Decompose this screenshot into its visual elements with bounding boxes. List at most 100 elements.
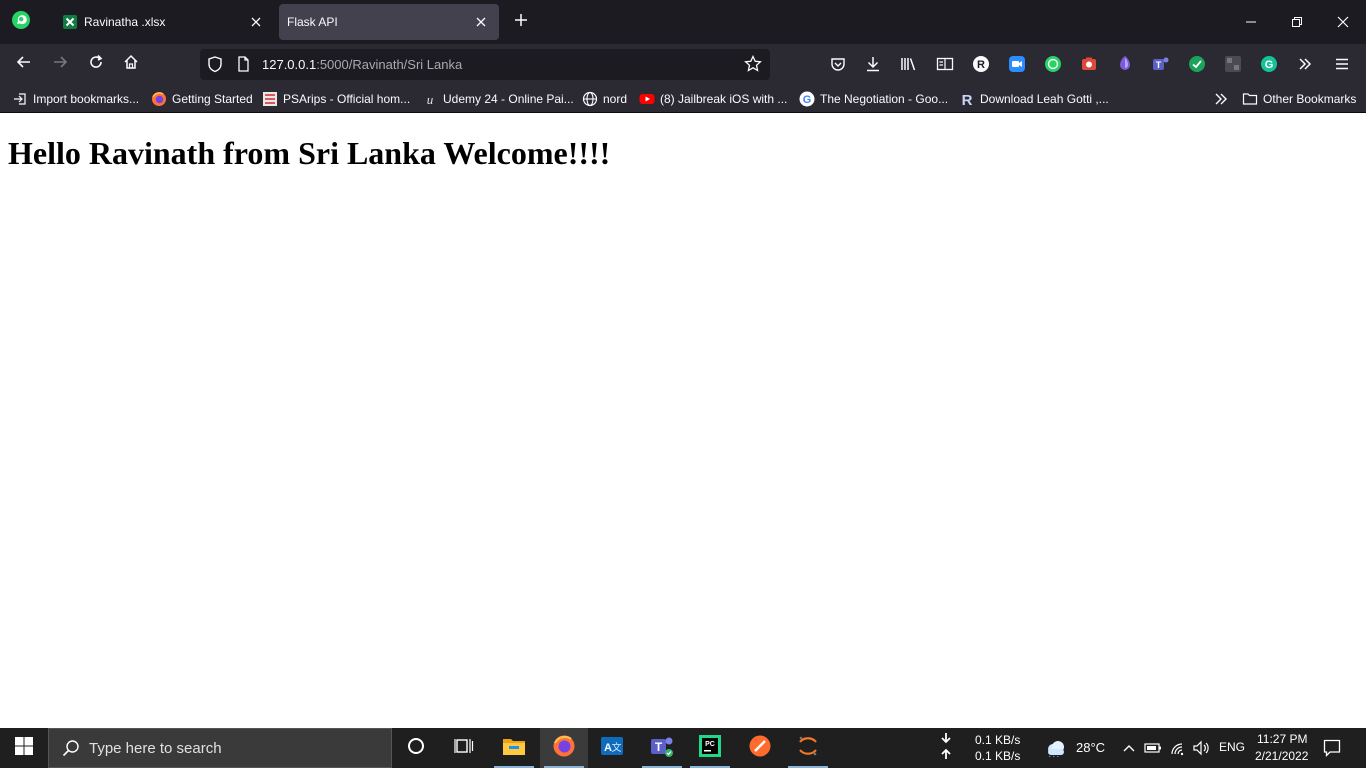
r-extension-icon[interactable]: R bbox=[971, 54, 991, 74]
page-info-icon[interactable] bbox=[234, 55, 252, 78]
clock-date[interactable]: 2/21/2022 bbox=[1255, 749, 1308, 763]
clock-time[interactable]: 11:27 PM bbox=[1257, 732, 1307, 746]
compass-icon bbox=[748, 734, 772, 763]
network-speed-arrows-icon bbox=[936, 733, 956, 759]
bookmark-the-negotiation[interactable]: G The Negotiation - Goo... bbox=[799, 89, 948, 109]
whatsapp-extension-icon[interactable] bbox=[1043, 54, 1063, 74]
weather-temperature[interactable]: 28°C bbox=[1076, 740, 1105, 755]
r-icon: R bbox=[959, 91, 975, 107]
cortana-circle-icon bbox=[407, 737, 425, 760]
input-language-indicator[interactable]: ENG bbox=[1219, 740, 1245, 754]
page-heading: Hello Ravinath from Sri Lanka Welcome!!!… bbox=[8, 135, 611, 171]
windows-logo-icon bbox=[15, 736, 33, 760]
globe-icon bbox=[582, 91, 598, 107]
wifi-icon[interactable] bbox=[1168, 738, 1188, 758]
bookmarks-overflow-button[interactable] bbox=[1213, 89, 1234, 109]
search-icon bbox=[61, 738, 81, 758]
library-icon[interactable] bbox=[899, 54, 919, 74]
taskbar-orange-app[interactable] bbox=[736, 728, 784, 768]
taskbar-translator-app[interactable]: A文 bbox=[588, 728, 636, 768]
excel-icon bbox=[62, 14, 78, 30]
taskbar-jupyter[interactable] bbox=[784, 728, 832, 768]
home-icon bbox=[123, 54, 139, 75]
bookmark-label: The Negotiation - Goo... bbox=[820, 92, 949, 106]
pinned-tab-whatsapp[interactable] bbox=[6, 6, 36, 38]
zoom-extension-icon[interactable] bbox=[1007, 54, 1027, 74]
teams-extension-icon[interactable]: T bbox=[1151, 54, 1171, 74]
task-view-button[interactable] bbox=[440, 728, 488, 768]
close-tab-icon[interactable] bbox=[469, 10, 493, 34]
forward-button[interactable] bbox=[45, 49, 75, 79]
bookmark-other-bookmarks[interactable]: Other Bookmarks bbox=[1242, 89, 1356, 109]
minimize-button[interactable] bbox=[1228, 0, 1274, 44]
tab-title: Flask API bbox=[287, 15, 338, 29]
svg-text:G: G bbox=[803, 94, 812, 106]
notifications-icon[interactable] bbox=[1322, 738, 1342, 758]
restore-button[interactable] bbox=[1274, 0, 1320, 44]
close-window-button[interactable] bbox=[1320, 0, 1366, 44]
tab-title: Ravinatha .xlsx bbox=[84, 15, 166, 29]
firefox-icon bbox=[151, 91, 167, 107]
weather-cloud-icon[interactable] bbox=[1044, 738, 1068, 758]
shield-extension-icon[interactable] bbox=[1115, 54, 1135, 74]
close-tab-icon[interactable] bbox=[244, 10, 268, 34]
youtube-icon bbox=[639, 91, 655, 107]
speaker-volume-icon[interactable] bbox=[1191, 738, 1211, 758]
downloads-icon[interactable] bbox=[863, 54, 883, 74]
battery-icon[interactable] bbox=[1143, 738, 1163, 758]
bookmark-udemy[interactable]: u Udemy 24 - Online Pai... bbox=[422, 89, 574, 109]
bookmark-getting-started[interactable]: Getting Started bbox=[151, 89, 253, 109]
chevron-double-right-icon bbox=[1213, 91, 1229, 107]
taskbar-search-box[interactable]: Type here to search bbox=[48, 728, 392, 768]
address-bar[interactable]: 127.0.0.1:5000/Ravinath/Sri Lanka bbox=[200, 49, 770, 80]
svg-text:G: G bbox=[1265, 59, 1274, 71]
svg-text:R: R bbox=[977, 59, 985, 71]
new-tab-button[interactable] bbox=[509, 10, 533, 34]
arrow-right-icon bbox=[52, 54, 68, 75]
network-down-speed: 0.1 KB/s bbox=[975, 733, 1021, 747]
start-button[interactable] bbox=[0, 728, 48, 768]
cortana-button[interactable] bbox=[392, 728, 440, 768]
url-host: 127.0.0.1 bbox=[262, 57, 317, 72]
bookmark-import[interactable]: Import bookmarks... bbox=[12, 89, 139, 109]
reader-view-icon[interactable] bbox=[935, 54, 955, 74]
screenshot-extension-icon[interactable] bbox=[1079, 54, 1099, 74]
url-text[interactable]: 127.0.0.1:5000/Ravinath/Sri Lanka bbox=[262, 49, 462, 80]
google-icon: G bbox=[799, 91, 815, 107]
taskbar-teams[interactable]: T bbox=[638, 728, 686, 768]
check-extension-icon[interactable] bbox=[1187, 54, 1207, 74]
reload-button[interactable] bbox=[81, 49, 111, 79]
translator-icon: A文 bbox=[600, 735, 624, 762]
pocket-icon[interactable] bbox=[828, 54, 848, 74]
svg-text:R: R bbox=[962, 92, 973, 107]
chevron-up-icon[interactable] bbox=[1119, 738, 1139, 758]
back-button[interactable] bbox=[9, 49, 39, 79]
bookmark-label: PSArips - Official hom... bbox=[283, 92, 411, 106]
taskbar-firefox[interactable] bbox=[540, 728, 588, 768]
file-explorer-icon bbox=[502, 736, 526, 761]
bookmark-star-icon[interactable] bbox=[742, 53, 764, 75]
svg-text:文: 文 bbox=[612, 741, 622, 754]
bookmark-label: (8) Jailbreak iOS with ... bbox=[660, 92, 788, 106]
plus-icon bbox=[514, 13, 528, 32]
grammarly-icon[interactable]: G bbox=[1259, 54, 1279, 74]
bookmark-jailbreak-ios[interactable]: (8) Jailbreak iOS with ... bbox=[639, 89, 787, 109]
home-button[interactable] bbox=[116, 49, 146, 79]
hamburger-menu-icon[interactable] bbox=[1332, 54, 1352, 74]
tab-flask-api[interactable]: Flask API bbox=[279, 4, 499, 40]
gray-extension-icon[interactable] bbox=[1223, 54, 1243, 74]
bookmark-download-leah[interactable]: R Download Leah Gotti ,... bbox=[959, 89, 1109, 109]
taskbar-pycharm[interactable]: PC bbox=[686, 728, 734, 768]
taskbar-file-explorer[interactable] bbox=[490, 728, 538, 768]
tab-strip: Ravinatha .xlsx Flask API bbox=[0, 0, 1366, 44]
overflow-chevron-icon[interactable] bbox=[1295, 54, 1315, 74]
bookmarks-toolbar: Import bookmarks... Getting Started PSAr… bbox=[0, 85, 1366, 113]
svg-text:u: u bbox=[427, 92, 434, 107]
bookmark-psarips[interactable]: PSArips - Official hom... bbox=[262, 89, 410, 109]
bookmark-nord[interactable]: nord bbox=[582, 89, 627, 109]
tab-ravinatha-xlsx[interactable]: Ravinatha .xlsx bbox=[54, 4, 274, 40]
bookmark-label: nord bbox=[603, 92, 628, 106]
folder-icon bbox=[1242, 91, 1258, 107]
tracking-protection-icon[interactable] bbox=[206, 55, 224, 78]
import-icon bbox=[12, 91, 28, 107]
